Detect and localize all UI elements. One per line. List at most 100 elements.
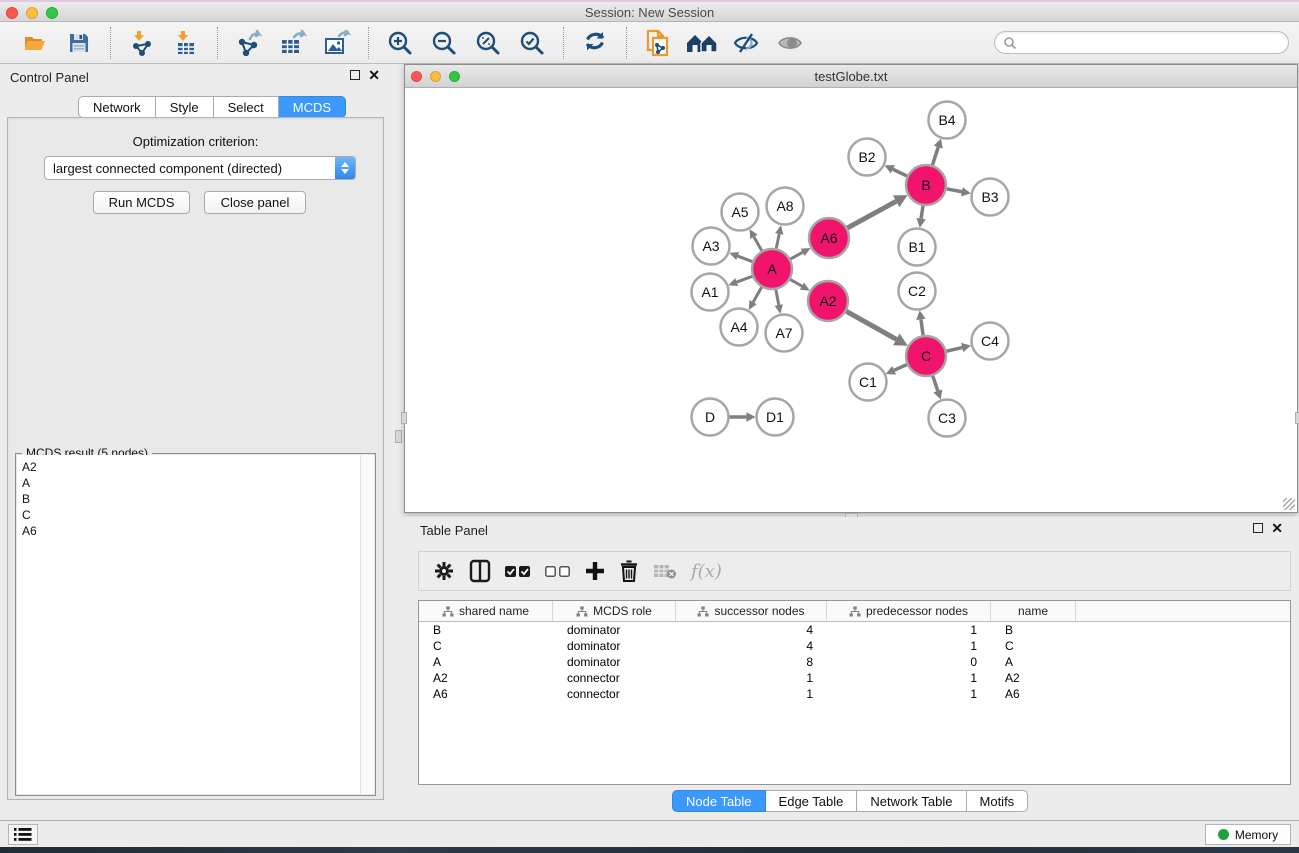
result-item[interactable]: A2 — [19, 459, 358, 475]
result-item[interactable]: A6 — [19, 523, 358, 539]
table-close-panel-icon[interactable]: ✕ — [1271, 523, 1283, 533]
left-edge-handle[interactable] — [401, 412, 407, 424]
tab-select[interactable]: Select — [214, 96, 279, 118]
clear-checkboxes-icon[interactable] — [545, 564, 571, 578]
tab-network[interactable]: Network — [78, 96, 156, 118]
resize-grip-icon[interactable] — [1283, 498, 1295, 510]
zoom-fit-icon[interactable] — [469, 26, 507, 60]
export-image-icon[interactable] — [318, 26, 356, 60]
edge-C-C3[interactable] — [932, 375, 937, 391]
result-item[interactable]: C — [19, 507, 358, 523]
edge-A-A4[interactable] — [753, 286, 762, 302]
cell-MCDS-role[interactable]: connector — [553, 670, 676, 686]
edge-B-B1[interactable] — [921, 205, 923, 219]
table-row[interactable]: Bdominator41B — [419, 622, 1290, 638]
home-icon[interactable] — [683, 26, 721, 60]
cell-MCDS-role[interactable]: dominator — [553, 638, 676, 654]
node-table[interactable]: shared nameMCDS rolesuccessor nodesprede… — [418, 600, 1291, 785]
cell-successor-nodes[interactable]: 4 — [676, 622, 827, 638]
column-header-predecessor-nodes[interactable]: predecessor nodes — [827, 601, 991, 621]
cell-name[interactable]: A2 — [991, 670, 1076, 686]
cell-shared-name[interactable]: A6 — [419, 686, 553, 702]
table-row[interactable]: A6connector11A6 — [419, 686, 1290, 702]
network-window-titlebar[interactable]: testGlobe.txt — [405, 65, 1297, 88]
memory-button[interactable]: Memory — [1205, 824, 1291, 845]
tab-node-table[interactable]: Node Table — [672, 790, 766, 812]
refresh-layout-icon[interactable] — [576, 26, 614, 60]
tab-style[interactable]: Style — [156, 96, 214, 118]
table-row[interactable]: Adominator80A — [419, 654, 1290, 670]
tab-edge-table[interactable]: Edge Table — [766, 790, 858, 812]
right-edge-handle[interactable] — [1295, 412, 1299, 424]
float-panel-icon[interactable] — [350, 70, 360, 80]
run-mcds-button[interactable]: Run MCDS — [93, 191, 190, 214]
cell-shared-name[interactable]: A2 — [419, 670, 553, 686]
column-header-successor-nodes[interactable]: successor nodes — [676, 601, 827, 621]
edge-A-A7[interactable] — [776, 289, 779, 305]
mcds-result-list[interactable]: A2ABCA6 — [17, 455, 360, 794]
edge-B-B3[interactable] — [946, 189, 962, 192]
edge-B-B2[interactable] — [893, 169, 908, 176]
cell-successor-nodes[interactable]: 8 — [676, 654, 827, 670]
close-panel-icon[interactable]: ✕ — [368, 70, 380, 80]
hide-visual-icon[interactable] — [727, 26, 765, 60]
edge-A-A2[interactable] — [789, 279, 802, 286]
result-item[interactable]: B — [19, 491, 358, 507]
edge-A-A1[interactable] — [737, 276, 754, 282]
cell-MCDS-role[interactable]: dominator — [553, 654, 676, 670]
criterion-select[interactable]: largest connected component (directed) — [44, 156, 356, 180]
cell-successor-nodes[interactable]: 4 — [676, 638, 827, 654]
cell-successor-nodes[interactable]: 1 — [676, 686, 827, 702]
clone-network-icon[interactable] — [639, 26, 677, 60]
edge-C-C2[interactable] — [921, 319, 923, 336]
tab-mcds[interactable]: MCDS — [279, 96, 346, 118]
export-table-icon[interactable] — [274, 26, 312, 60]
cell-shared-name[interactable]: A — [419, 654, 553, 670]
function-builder-icon[interactable]: f(x) — [691, 561, 722, 582]
column-header-name[interactable]: name — [991, 601, 1076, 621]
add-icon[interactable] — [585, 561, 605, 581]
network-canvas[interactable]: B4B2BB3A5A8A6A3B1AA1C2A2A4A7C4CC1C3DD1 — [405, 88, 1297, 512]
cell-shared-name[interactable]: B — [419, 622, 553, 638]
import-network-icon[interactable] — [123, 26, 161, 60]
table-row[interactable]: A2connector11A2 — [419, 670, 1290, 686]
edge-A-A5[interactable] — [754, 237, 762, 252]
cell-predecessor-nodes[interactable]: 1 — [827, 622, 991, 638]
edge-C-C4[interactable] — [945, 348, 962, 352]
close-panel-button[interactable]: Close panel — [204, 191, 306, 214]
cell-name[interactable]: C — [991, 638, 1076, 654]
select-all-checkboxes-icon[interactable] — [505, 564, 531, 578]
cell-MCDS-role[interactable]: connector — [553, 686, 676, 702]
edge-A-A3[interactable] — [738, 256, 754, 262]
search-field[interactable] — [994, 31, 1289, 54]
cell-name[interactable]: B — [991, 622, 1076, 638]
export-network-icon[interactable] — [230, 26, 268, 60]
zoom-out-icon[interactable] — [425, 26, 463, 60]
open-file-icon[interactable] — [16, 26, 54, 60]
edge-A-A8[interactable] — [776, 234, 779, 250]
result-item[interactable]: A — [19, 475, 358, 491]
network-graph[interactable]: B4B2BB3A5A8A6A3B1AA1C2A2A4A7C4CC1C3DD1 — [405, 88, 1297, 512]
edge-A6-B[interactable] — [847, 201, 897, 228]
cell-predecessor-nodes[interactable]: 1 — [827, 686, 991, 702]
cell-predecessor-nodes[interactable]: 0 — [827, 654, 991, 670]
tab-network-table[interactable]: Network Table — [857, 790, 966, 812]
zoom-selected-icon[interactable] — [513, 26, 551, 60]
preview-icon[interactable] — [771, 26, 809, 60]
cell-predecessor-nodes[interactable]: 1 — [827, 638, 991, 654]
delete-icon[interactable] — [619, 560, 639, 582]
tab-motifs[interactable]: Motifs — [967, 790, 1029, 812]
column-header-MCDS-role[interactable]: MCDS role — [553, 601, 676, 621]
cell-successor-nodes[interactable]: 1 — [676, 670, 827, 686]
cell-name[interactable]: A — [991, 654, 1076, 670]
import-table-icon[interactable] — [167, 26, 205, 60]
column-header-shared-name[interactable]: shared name — [419, 601, 553, 621]
cell-name[interactable]: A6 — [991, 686, 1076, 702]
task-history-button[interactable] — [8, 824, 38, 845]
gear-icon[interactable] — [433, 560, 455, 582]
edge-B-B4[interactable] — [932, 147, 938, 166]
columns-icon[interactable] — [469, 559, 491, 583]
table-row[interactable]: Cdominator41C — [419, 638, 1290, 654]
result-scrollbar[interactable] — [360, 455, 374, 794]
edge-A2-C[interactable] — [845, 311, 896, 340]
